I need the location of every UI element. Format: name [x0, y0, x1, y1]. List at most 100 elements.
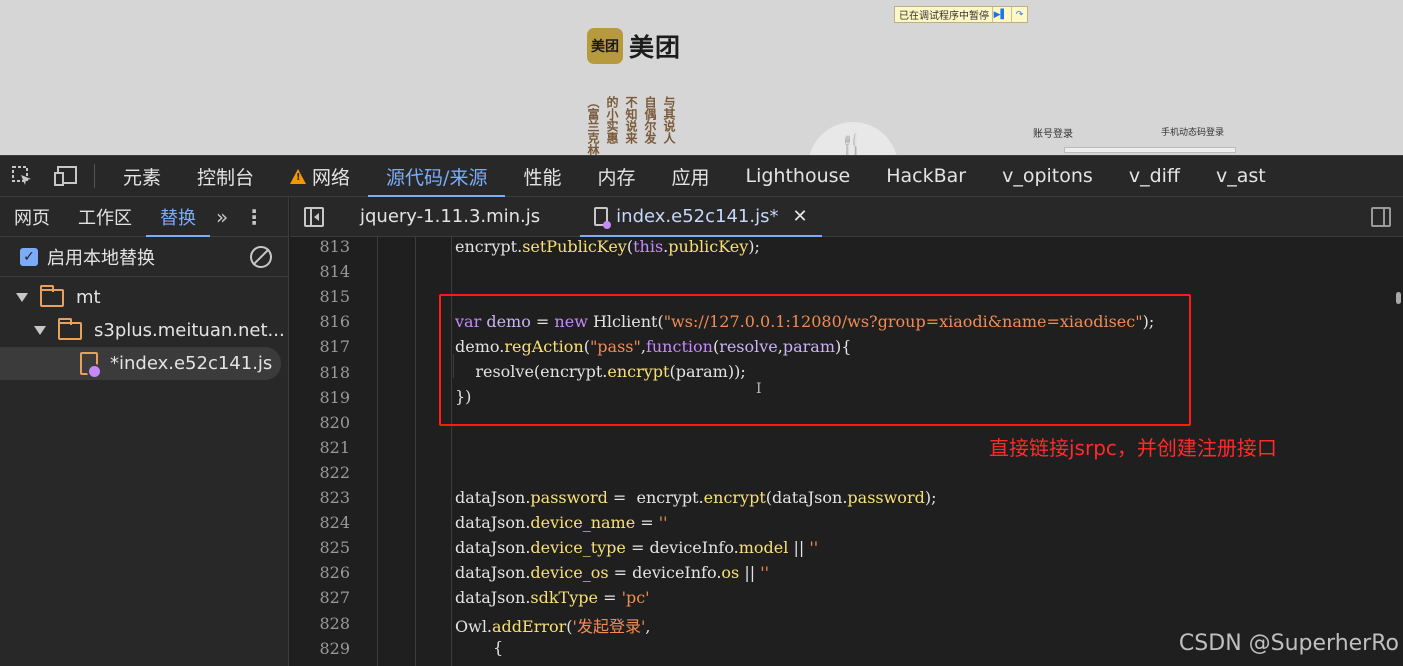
step-over-icon[interactable]: ↷ [1011, 7, 1027, 22]
code-line: dataJson.sdkType = 'pc' [455, 588, 650, 607]
more-options-icon[interactable]: ⋮ [234, 205, 274, 229]
warning-icon [290, 168, 307, 184]
line-number[interactable]: 821 [290, 438, 350, 457]
paused-in-debugger-banner: 已在调试程序中暂停 ▶▌ ↷ [894, 6, 1028, 23]
line-number[interactable]: 816 [290, 312, 350, 331]
inspect-element-icon[interactable] [0, 156, 44, 197]
file-icon [594, 207, 612, 229]
scrollbar-thumb[interactable] [1396, 292, 1401, 304]
code-line: { [493, 638, 504, 657]
file-tree: mt s3plus.meituan.net... *index.e52c141.… [0, 277, 288, 380]
folder-icon [58, 317, 82, 340]
tree-folder-mt[interactable]: mt [0, 281, 288, 314]
tab-application[interactable]: 应用 [653, 156, 727, 197]
tab-v-diff[interactable]: v_diff [1111, 156, 1198, 197]
poem-column: 自偶尔发 [643, 96, 657, 144]
line-number[interactable]: 824 [290, 513, 350, 532]
poem-column: 与其说人 [662, 96, 676, 144]
devtools-main-toolbar: 元素 控制台 网络 源代码/来源 性能 内存 应用 Lighthouse Hac… [0, 156, 1403, 197]
indent-guide [415, 237, 416, 666]
tree-item-label: *index.e52c141.js [110, 353, 273, 374]
line-number[interactable]: 829 [290, 639, 350, 658]
meituan-logo: 美团 美团 [587, 28, 681, 64]
devtools-panel: 元素 控制台 网络 源代码/来源 性能 内存 应用 Lighthouse Hac… [0, 155, 1403, 666]
login-input[interactable] [1064, 147, 1236, 153]
login-tab-phone[interactable]: 手机动态码登录 [1161, 125, 1224, 138]
code-line: dataJson.password = encrypt.encrypt(data… [455, 488, 937, 507]
poem-column: 的小实惠 [605, 96, 619, 144]
tab-elements[interactable]: 元素 [105, 156, 179, 197]
line-number[interactable]: 828 [290, 614, 350, 633]
nav-tab-workspace[interactable]: 工作区 [64, 197, 146, 237]
line-number[interactable]: 818 [290, 363, 350, 382]
line-number[interactable]: 819 [290, 388, 350, 407]
line-number[interactable]: 827 [290, 588, 350, 607]
sources-navigator: 网页 工作区 替换 » ⋮ ✓ 启用本地替换 mt s3plus.meituan… [0, 197, 289, 666]
line-number[interactable]: 814 [290, 262, 350, 281]
paused-banner-text: 已在调试程序中暂停 [899, 11, 989, 22]
enable-overrides-label: 启用本地替换 [47, 247, 155, 269]
login-tab-account[interactable]: 账号登录 [1033, 125, 1073, 140]
tab-console[interactable]: 控制台 [179, 156, 272, 197]
tree-item-label: mt [76, 287, 101, 308]
tree-file-index[interactable]: *index.e52c141.js [0, 347, 281, 380]
csdn-watermark: CSDN @SuperherRo [1178, 631, 1399, 656]
tab-v-ast[interactable]: v_ast [1198, 156, 1284, 197]
line-number[interactable]: 813 [290, 237, 350, 256]
nav-tab-overrides[interactable]: 替换 [146, 197, 210, 237]
toolbar-divider [94, 164, 95, 188]
navigator-tabs: 网页 工作区 替换 » ⋮ [0, 197, 288, 237]
more-tabs-icon[interactable]: » [210, 205, 234, 229]
editor-tab-jquery[interactable]: jquery-1.11.3.min.js [346, 197, 554, 237]
close-icon[interactable]: ✕ [792, 206, 807, 227]
clear-configuration-icon[interactable] [250, 245, 272, 268]
page-viewport: 已在调试程序中暂停 ▶▌ ↷ 美团 美团 （富兰克林 的小实惠 不知说来 自偶尔… [0, 0, 1403, 155]
logo-text: 美团 [629, 33, 682, 62]
poem-column: 不知说来 [624, 96, 638, 144]
editor-tab-label: jquery-1.11.3.min.js [360, 206, 541, 227]
line-number[interactable]: 822 [290, 463, 350, 482]
line-number[interactable]: 820 [290, 413, 350, 432]
tree-item-label: s3plus.meituan.net... [94, 320, 285, 341]
folder-icon [40, 284, 64, 307]
code-line: dataJson.device_name = '' [455, 513, 668, 532]
tab-performance[interactable]: 性能 [505, 156, 579, 197]
enable-overrides-row: ✓ 启用本地替换 [0, 237, 288, 277]
nav-tab-page[interactable]: 网页 [0, 197, 64, 237]
file-icon [80, 352, 102, 379]
annotation-text: 直接链接jsrpc，并创建注册接口 [989, 436, 1277, 460]
resume-icon[interactable]: ▶▌ [992, 7, 1008, 22]
logo-mark: 美团 [587, 28, 623, 64]
tab-sources[interactable]: 源代码/来源 [368, 156, 506, 197]
tab-memory[interactable]: 内存 [579, 156, 653, 197]
code-editor: jquery-1.11.3.min.js index.e52c141.js* ✕… [290, 197, 1403, 666]
code-line: Owl.addError('发起登录', [455, 617, 651, 636]
highlight-box [439, 294, 1191, 426]
enable-overrides-checkbox[interactable]: ✓ [20, 247, 38, 266]
toggle-debugger-icon[interactable] [1371, 207, 1391, 227]
poem-column: （富兰克林 [586, 96, 600, 155]
editor-tab-strip: jquery-1.11.3.min.js index.e52c141.js* ✕ [290, 197, 1403, 237]
tab-network[interactable]: 网络 [272, 156, 368, 197]
line-number[interactable]: 823 [290, 488, 350, 507]
line-number[interactable]: 815 [290, 287, 350, 306]
expand-arrow-icon[interactable] [34, 326, 46, 335]
code-content[interactable]: 813 814 815 816 817 818 819 820 821 822 823 824 825 8… [290, 237, 1403, 666]
editor-tab-index[interactable]: index.e52c141.js* ✕ [580, 197, 822, 237]
line-number[interactable]: 826 [290, 563, 350, 582]
editor-tab-label: index.e52c141.js* [616, 206, 779, 227]
tab-network-label: 网络 [312, 166, 351, 189]
line-number[interactable]: 817 [290, 337, 350, 356]
toggle-navigator-icon[interactable] [304, 206, 324, 227]
expand-arrow-icon[interactable] [16, 293, 28, 302]
code-line: encrypt.setPublicKey(this.publicKey); [455, 237, 760, 256]
tree-folder-s3plus[interactable]: s3plus.meituan.net... [0, 314, 288, 347]
tab-hackbar[interactable]: HackBar [868, 156, 984, 197]
tab-lighthouse[interactable]: Lighthouse [728, 156, 869, 197]
tab-v-opitons[interactable]: v_opitons [984, 156, 1111, 197]
code-line: dataJson.device_os = deviceInfo.os || '' [455, 563, 769, 582]
line-number[interactable]: 825 [290, 538, 350, 557]
code-line: dataJson.device_type = deviceInfo.model … [455, 538, 819, 557]
fork-icon: 🍴 [838, 134, 866, 155]
device-toolbar-icon[interactable] [44, 156, 88, 197]
